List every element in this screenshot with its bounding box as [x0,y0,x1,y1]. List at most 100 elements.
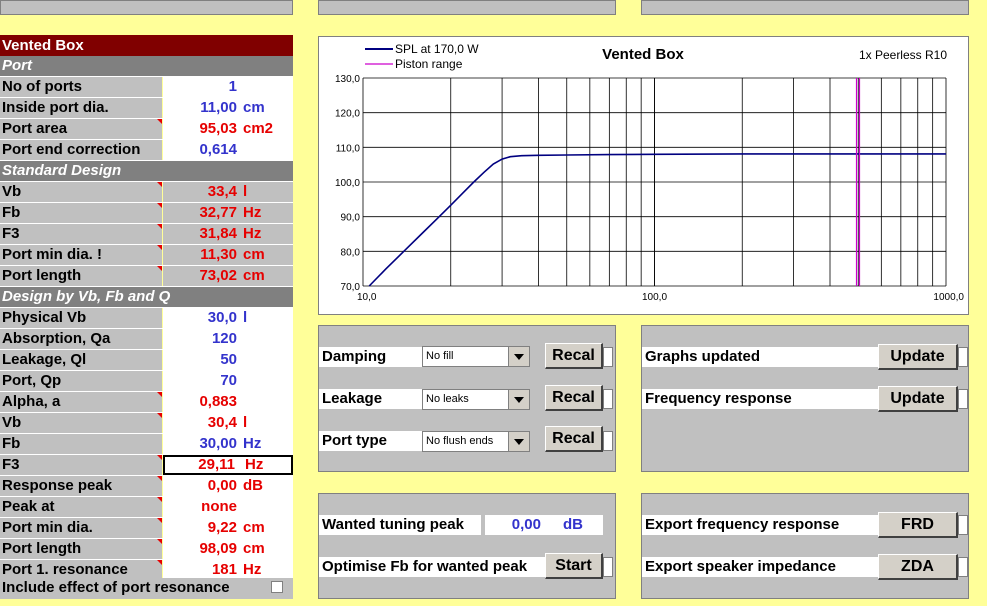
leakage-select-value: No leaks [426,393,469,405]
chevron-down-icon[interactable] [508,347,529,366]
wanted-tuning-peak-unit: dB [563,516,583,533]
param-unit: Hz [245,456,264,473]
param-value: 33,4 [207,183,237,200]
param-label: F3 [0,224,162,244]
export-frd-cell [958,515,968,535]
param-label: Alpha, a [0,392,162,412]
param-row: Port length 98,09 cm [0,539,293,560]
section-header-port: Port [0,56,293,77]
frequency-response-label: Frequency response [642,389,878,409]
tuning-panel [318,493,616,599]
param-value-cell[interactable]: 0,614 [163,140,293,160]
param-row: Inside port dia. 11,00 cm [0,98,293,119]
comment-indicator-icon [157,119,162,124]
x-tick-label: 10,0 [357,292,377,303]
y-tick-label: 100,0 [335,178,360,189]
param-label: Vb [0,182,162,202]
leakage-recal-button[interactable]: Recal [545,385,603,411]
porttype-recal-button[interactable]: Recal [545,426,603,452]
export-impedance-label: Export speaker impedance [642,557,878,577]
param-value-cell[interactable]: 1 [163,77,293,97]
chevron-down-icon[interactable] [508,432,529,451]
param-label: Physical Vb [0,308,162,328]
param-value: 1 [228,78,237,95]
param-value-cell[interactable]: 70 [163,371,293,391]
top-strip-left [0,0,293,15]
leakage-label: Leakage [319,389,422,409]
param-value-cell[interactable]: 50 [163,350,293,370]
param-value: 11,00 [200,99,237,116]
damping-select-value: No fill [426,350,454,362]
y-tick-label: 130,0 [335,74,360,85]
param-row: Fb 30,00 Hz [0,434,293,455]
param-value-cell: 30,4 l [163,413,293,433]
param-value: 0,883 [199,393,237,410]
param-row: Port end correction 0,614 [0,140,293,161]
param-row: No of ports 1 [0,77,293,98]
wanted-tuning-peak-value: 0,00 [511,516,541,533]
param-label: No of ports [0,77,162,97]
param-value: 0,00 [207,477,237,494]
param-value-cell[interactable]: 30,0 l [163,308,293,328]
optimise-fb-label: Optimise Fb for wanted peak [319,557,545,577]
wanted-tuning-peak-field[interactable]: 0,00 dB [485,515,603,535]
param-value: 98,09 [199,540,237,557]
include-port-resonance-checkbox[interactable] [271,581,283,593]
legend-entry: SPL at 170,0 W [395,42,479,56]
param-value-cell: 32,77 Hz [163,203,293,223]
param-value-cell: 0,00 dB [163,476,293,496]
param-label: Absorption, Qa [0,329,162,349]
param-unit: Hz [243,204,262,221]
param-value-cell: 31,84 Hz [163,224,293,244]
param-value: none [201,498,237,515]
damping-recal-button[interactable]: Recal [545,343,603,369]
param-label: Leakage, Ql [0,350,162,370]
porttype-select[interactable]: No flush ends [422,431,530,452]
comment-indicator-icon [157,224,162,229]
param-value-cell: 33,4 l [163,182,293,202]
export-zda-button[interactable]: ZDA [878,554,958,580]
param-label: Fb [0,434,162,454]
param-value-cell[interactable]: 30,00 Hz [163,434,293,454]
y-tick-label: 110,0 [336,143,361,154]
legend-entry: Piston range [395,57,463,71]
param-value-cell[interactable]: 11,00 cm [163,98,293,118]
wanted-tuning-peak-label: Wanted tuning peak [319,515,481,535]
section-header-standard: Standard Design [0,161,293,182]
param-unit: Hz [243,225,262,242]
param-value-cell[interactable]: 120 [163,329,293,349]
param-unit: cm [243,267,265,284]
comment-indicator-icon [157,392,162,397]
optimise-start-button[interactable]: Start [545,553,603,579]
damping-label: Damping [319,347,422,367]
y-tick-label: 80,0 [341,247,361,258]
param-row: Vb 33,4 l [0,182,293,203]
param-value-cell: none [163,497,293,517]
param-unit: dB [243,477,263,494]
top-strip-right [641,0,969,15]
graphs-update-cell [958,347,968,367]
comment-indicator-icon [157,560,162,565]
export-frequency-label: Export frequency response [642,515,878,535]
graphs-update-button[interactable]: Update [878,344,958,370]
param-value: 32,77 [199,204,237,221]
comment-indicator-icon [157,539,162,544]
optimise-start-cell [603,557,613,577]
x-tick-label: 100,0 [642,292,667,303]
export-frd-button[interactable]: FRD [878,512,958,538]
leakage-select[interactable]: No leaks [422,389,530,410]
param-row: Absorption, Qa 120 [0,329,293,350]
frequency-update-button[interactable]: Update [878,386,958,412]
damping-select[interactable]: No fill [422,346,530,367]
param-value-cell: 181 Hz [163,560,293,580]
param-label: Port length [0,539,162,559]
param-value: 30,00 [199,435,237,452]
param-label: Peak at [0,497,162,517]
leakage-cell [603,389,613,409]
param-value: 73,02 [199,267,237,284]
param-value: 0,614 [199,141,237,158]
frequency-update-cell [958,389,968,409]
chevron-down-icon[interactable] [508,390,529,409]
param-label: Port area [0,119,162,139]
param-value-cell: 9,22 cm [163,518,293,538]
